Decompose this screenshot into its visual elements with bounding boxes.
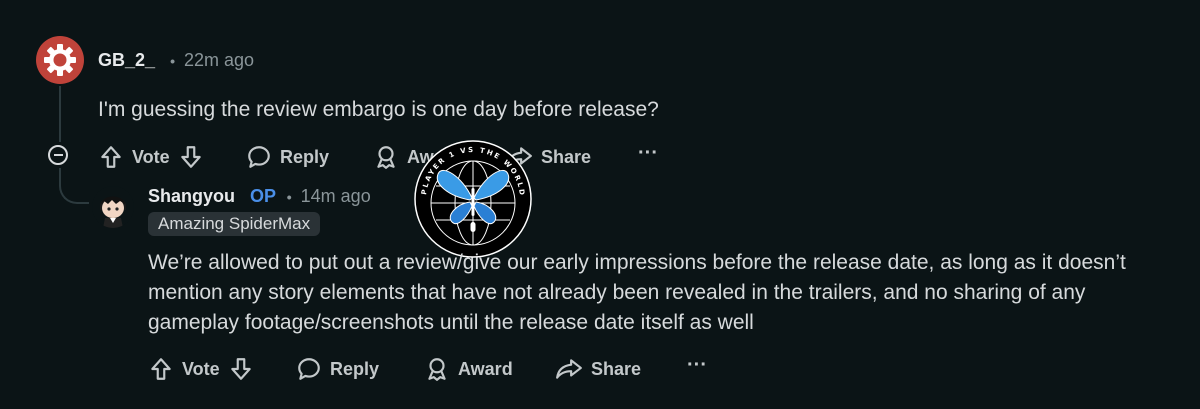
butterfly-watermark-logo: PLAYER 1 VS THE WORLD: [414, 140, 532, 258]
upvote-icon[interactable]: [98, 144, 124, 170]
separator: •: [170, 53, 175, 69]
thread-line[interactable]: [59, 86, 61, 142]
downvote-icon[interactable]: [228, 356, 254, 382]
reply-label: Reply: [280, 146, 330, 167]
collapse-button[interactable]: [48, 145, 68, 165]
more-options-button[interactable]: ···: [638, 142, 658, 165]
reply-icon: [248, 146, 270, 168]
minus-icon: [53, 154, 63, 156]
reply-icon: [298, 358, 320, 380]
timestamp[interactable]: 14m ago: [301, 186, 371, 206]
downvote-icon[interactable]: [178, 144, 204, 170]
vote-label: Vote: [132, 146, 170, 167]
avatar[interactable]: [92, 186, 134, 228]
comment-body: We’re allowed to put out a review/give o…: [148, 251, 1126, 334]
award-icon: [428, 358, 446, 381]
more-icon: ···: [687, 354, 707, 376]
comment-header: GB_2_ • 22m ago: [98, 50, 254, 71]
username[interactable]: Shangyou: [148, 186, 235, 206]
gear-avatar-icon: [44, 44, 76, 76]
share-label: Share: [541, 146, 592, 167]
award-button[interactable]: Award: [424, 356, 513, 382]
share-label: Share: [591, 358, 642, 379]
vote-group: Vote: [98, 144, 204, 170]
chibi-character-avatar: [100, 196, 126, 228]
avatar[interactable]: [36, 36, 84, 84]
reply-button[interactable]: Reply: [246, 144, 329, 170]
separator: •: [286, 189, 292, 205]
reply-button[interactable]: Reply: [296, 356, 379, 382]
vote-group: Vote: [148, 356, 254, 382]
award-icon: [377, 146, 395, 169]
vote-label: Vote: [182, 358, 220, 379]
thread-connector: [59, 168, 89, 204]
reply-label: Reply: [330, 358, 380, 379]
user-flair: Amazing SpiderMax: [148, 212, 321, 236]
share-button[interactable]: Share: [555, 356, 641, 382]
comment-header: Shangyou OP • 14m ago: [148, 186, 371, 207]
op-badge: OP: [250, 186, 276, 206]
username[interactable]: GB_2_: [98, 50, 155, 70]
share-icon: [556, 359, 582, 379]
more-options-button[interactable]: ···: [687, 354, 707, 377]
more-icon: ···: [638, 142, 658, 164]
award-label: Award: [458, 358, 513, 379]
comment-body: I'm guessing the review embargo is one d…: [98, 98, 659, 121]
timestamp[interactable]: 22m ago: [184, 50, 254, 70]
upvote-icon[interactable]: [148, 356, 174, 382]
